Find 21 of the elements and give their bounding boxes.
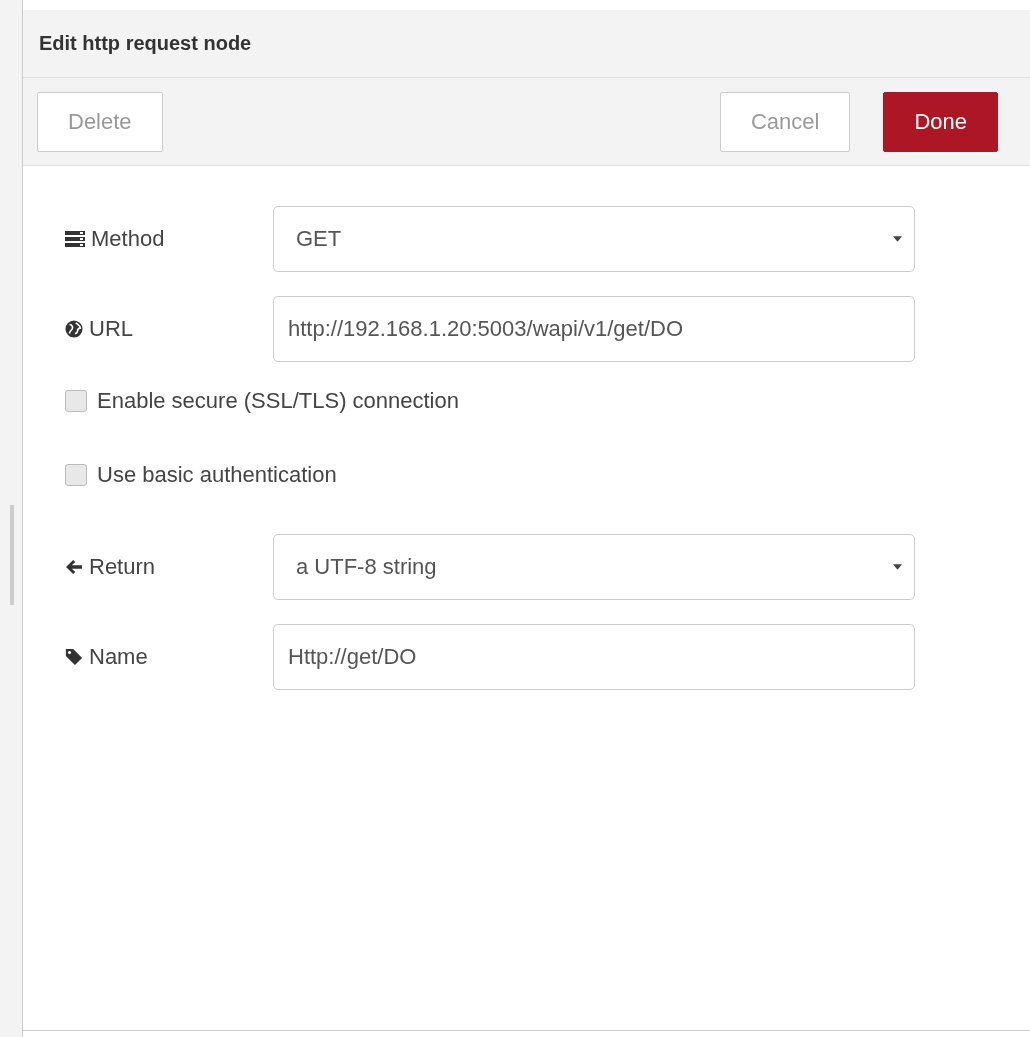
done-button[interactable]: Done bbox=[883, 91, 998, 152]
checkbox-label: Use basic authentication bbox=[97, 462, 337, 488]
list-icon bbox=[65, 231, 85, 247]
checkbox-label: Enable secure (SSL/TLS) connection bbox=[97, 388, 459, 414]
field-label: URL bbox=[89, 316, 133, 342]
checkbox[interactable] bbox=[65, 464, 87, 486]
tag-icon bbox=[65, 648, 83, 666]
globe-icon bbox=[65, 320, 83, 338]
select-field[interactable]: a UTF-8 string bbox=[273, 534, 915, 600]
field-label: Return bbox=[89, 554, 156, 580]
dialog-title: Edit http request node bbox=[39, 32, 252, 55]
field-label: Name bbox=[89, 644, 148, 670]
caret-icon bbox=[893, 236, 902, 242]
text-field[interactable]: Http://get/DO bbox=[273, 624, 915, 690]
field-label: Method bbox=[91, 226, 165, 252]
arrow-left-icon bbox=[65, 559, 83, 575]
checkbox[interactable] bbox=[65, 390, 87, 412]
text-field[interactable]: http://192.168.1.20:5003/wapi/v1/get/DO bbox=[273, 296, 915, 362]
select-field[interactable]: GET bbox=[273, 206, 915, 272]
resize-handle[interactable] bbox=[10, 505, 14, 605]
caret-icon bbox=[893, 564, 902, 570]
